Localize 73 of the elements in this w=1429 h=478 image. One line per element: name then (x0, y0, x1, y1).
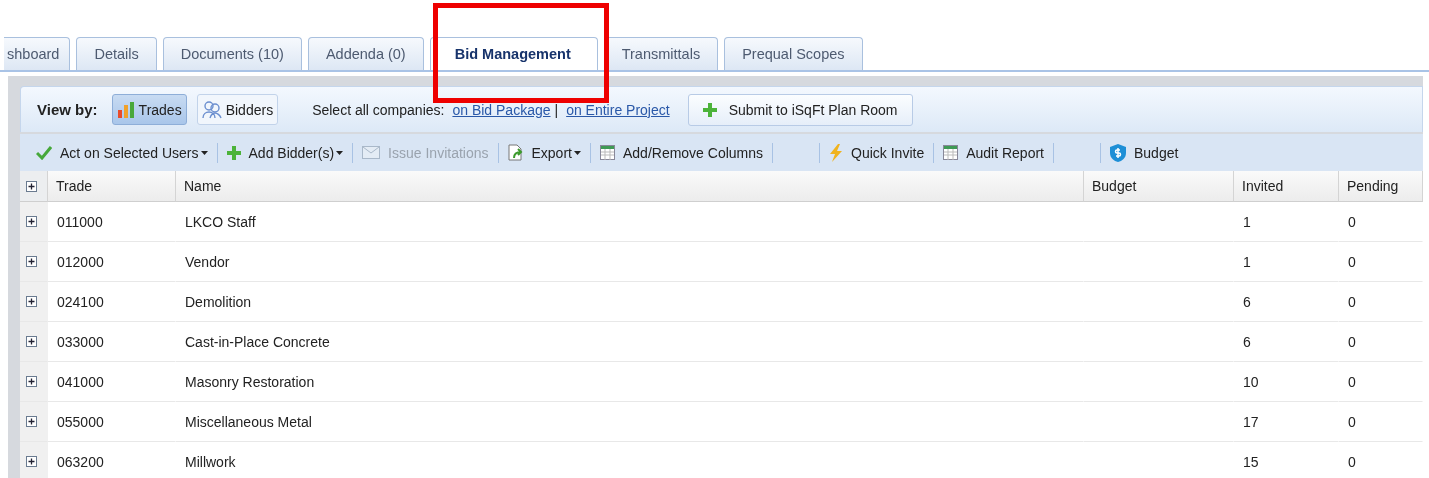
table-cell: 6 (1234, 322, 1339, 362)
lightning-icon (829, 143, 844, 162)
tab[interactable]: Bid Management (429, 37, 598, 70)
table-cell: Cast-in-Place Concrete (176, 322, 1084, 362)
view-toggle[interactable]: Trades (111, 94, 187, 125)
expand-icon[interactable] (26, 180, 37, 192)
expand-icon[interactable] (26, 216, 37, 227)
expand-icon[interactable] (26, 336, 37, 347)
tab[interactable]: shboard (4, 37, 71, 70)
table-cell: 15 (1234, 442, 1339, 478)
envelope-icon (362, 146, 381, 159)
expand-icon[interactable] (26, 256, 37, 267)
table-cell: 0 (1339, 282, 1423, 322)
toolbar-button[interactable]: Quick Invite (823, 137, 931, 168)
link[interactable]: on Bid Package (452, 101, 551, 118)
table-icon (599, 145, 615, 160)
table-cell: 012000 (48, 242, 176, 282)
table-cell: 055000 (48, 402, 176, 442)
expand-icon[interactable] (26, 296, 37, 307)
expand-icon[interactable] (26, 416, 37, 427)
bar-chart-icon (116, 101, 135, 118)
column-header[interactable]: Name (176, 171, 1084, 202)
tab[interactable]: Documents (10) (162, 37, 302, 70)
column-header[interactable]: Pending (1339, 171, 1423, 202)
toolbar-button[interactable]: Add Bidder(s) (220, 137, 350, 168)
select-all-label: Select all companies: (312, 101, 445, 118)
table-cell: 0 (1339, 242, 1423, 282)
table-cell: Masonry Restoration (176, 362, 1084, 402)
column-header[interactable]: Invited (1234, 171, 1339, 202)
table-cell: 024100 (48, 282, 176, 322)
table-cell: 0 (1339, 202, 1423, 242)
link[interactable]: on Entire Project (566, 101, 670, 118)
table-cell: 041000 (48, 362, 176, 402)
table-cell: 0 (1339, 442, 1423, 478)
tab[interactable]: Addenda (0) (307, 37, 424, 70)
column-header[interactable]: Budget (1084, 171, 1234, 202)
view-toggle[interactable]: Bidders (196, 94, 279, 125)
table-icon (943, 145, 959, 160)
toolbar-button[interactable]: Act on Selected Users (30, 137, 214, 168)
plus-icon (702, 102, 717, 117)
toolbar-button[interactable]: Audit Report (937, 137, 1050, 168)
expand-icon[interactable] (26, 456, 37, 467)
dollar-shield-icon (1110, 143, 1126, 162)
table-cell: 1 (1234, 242, 1339, 282)
table-cell: 0 (1339, 362, 1423, 402)
table-cell: 17 (1234, 402, 1339, 442)
link-separator: | (554, 101, 559, 118)
toolbar-button[interactable]: Budget (1104, 137, 1185, 168)
expand-icon[interactable] (26, 376, 37, 387)
table-cell: 033000 (48, 322, 176, 362)
plus-icon (226, 145, 241, 160)
submit-button[interactable]: Submit to iSqFt Plan Room (687, 93, 913, 126)
table-cell: 10 (1234, 362, 1339, 402)
column-header[interactable]: Trade (48, 171, 176, 202)
table-cell: Vendor (176, 242, 1084, 282)
document-arrow-icon (507, 144, 524, 161)
table-cell: 063200 (48, 442, 176, 478)
view-by-label: View by: (37, 101, 98, 118)
checkmark-icon (36, 145, 52, 160)
tab[interactable]: Prequal Scopes (724, 37, 863, 70)
table-cell: LKCO Staff (176, 202, 1084, 242)
table-cell: Millwork (176, 442, 1084, 478)
table-cell: 0 (1339, 322, 1423, 362)
people-icon (201, 100, 222, 119)
toolbar-button[interactable]: Export (501, 137, 587, 168)
table-cell: Miscellaneous Metal (176, 402, 1084, 442)
table-cell: 6 (1234, 282, 1339, 322)
table-cell: 011000 (48, 202, 176, 242)
tab[interactable]: Details (76, 37, 157, 70)
table-cell: Demolition (176, 282, 1084, 322)
table-cell: 0 (1339, 402, 1423, 442)
table-cell: 1 (1234, 202, 1339, 242)
toolbar-button[interactable]: Add/Remove Columns (593, 137, 770, 168)
